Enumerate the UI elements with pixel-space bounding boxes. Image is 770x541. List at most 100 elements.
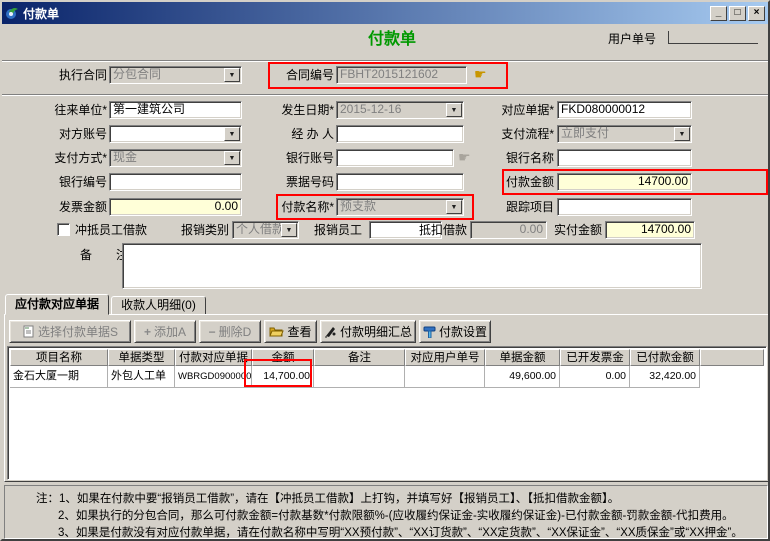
- col-header-project[interactable]: 项目名称: [10, 349, 108, 366]
- offset-loan-checkbox[interactable]: [57, 223, 70, 236]
- partner-unit-label: 往来单位*: [22, 101, 107, 119]
- col-header-pay-ref-doc[interactable]: 付款对应单据: [175, 349, 252, 366]
- ref-doc-label: 对应单据*: [467, 101, 554, 119]
- user-doc-no-label: 用户单号: [608, 30, 662, 48]
- folder-icon: [269, 326, 284, 338]
- user-doc-no-field[interactable]: [668, 31, 758, 44]
- pay-method-combo[interactable]: 现金 ▼: [109, 149, 242, 167]
- pay-flow-combo[interactable]: 立即支付 ▼: [557, 125, 692, 143]
- chevron-down-icon[interactable]: ▼: [446, 200, 462, 214]
- counter-account-label: 对方账号: [22, 125, 107, 143]
- pay-amount-label: 付款金额: [467, 173, 554, 191]
- bill-no-label: 票据号码: [252, 173, 334, 191]
- chevron-down-icon[interactable]: ▼: [224, 127, 240, 141]
- maximize-button[interactable]: □: [729, 6, 746, 21]
- col-header-user-doc-no[interactable]: 对应用户单号: [405, 349, 485, 366]
- tab-payable-documents[interactable]: 应付款对应单据: [5, 294, 109, 315]
- minimize-button[interactable]: _: [710, 6, 727, 21]
- ref-doc-field[interactable]: FKD080000012: [557, 101, 692, 119]
- exec-contract-combo[interactable]: 分包合同 ▼: [109, 66, 242, 84]
- track-project-field[interactable]: [557, 198, 692, 216]
- cell-pay-ref-doc[interactable]: WBRGD090000016: [175, 366, 252, 388]
- add-button[interactable]: + 添加A: [134, 320, 196, 343]
- col-header-invoiced[interactable]: 已开发票金额: [560, 349, 630, 366]
- select-payment-doc-button[interactable]: 选择付款单据S: [9, 320, 131, 343]
- pay-amount-field[interactable]: 14700.00: [557, 173, 692, 191]
- contract-lookup-icon[interactable]: ☛: [474, 65, 487, 83]
- divider: [2, 94, 770, 96]
- offset-loan-label: 冲抵员工借款: [75, 221, 153, 239]
- col-header-filler: [700, 349, 764, 366]
- cell-remark[interactable]: [314, 366, 405, 388]
- actual-amount-label: 实付金额: [554, 221, 602, 239]
- deduct-loan-field[interactable]: 0.00: [470, 221, 547, 239]
- hammer-icon: [423, 325, 436, 338]
- remark-textarea[interactable]: [122, 243, 702, 289]
- bank-name-field[interactable]: [557, 149, 692, 167]
- deduct-loan-label: 抵扣借款: [407, 221, 467, 239]
- pay-method-label: 支付方式*: [22, 149, 107, 167]
- divider: [2, 60, 770, 62]
- invoice-amount-label: 发票金额: [22, 198, 107, 216]
- note-line-3: 3、如果是付款没有对应付款单据，请在付款名称中写明“XX预付款”、“XX订货款”…: [58, 525, 743, 541]
- payable-docs-table: 项目名称 单据类型 付款对应单据 金额 备注 对应用户单号 单据金额 已开发票金…: [7, 346, 767, 480]
- bill-no-field[interactable]: [336, 173, 464, 191]
- plus-icon: +: [144, 325, 151, 339]
- col-header-remark[interactable]: 备注: [314, 349, 405, 366]
- remark-label: 备 注: [80, 246, 120, 264]
- cell-invoiced[interactable]: 0.00: [560, 366, 630, 388]
- titlebar: 付款单 _ □ ×: [2, 2, 768, 24]
- handler-field[interactable]: [336, 125, 464, 143]
- notes-panel: 注：1、如果在付款中要“报销员工借款”，请在【冲抵员工借款】上打钩，并填写好【报…: [4, 485, 768, 539]
- bank-account-field[interactable]: [336, 149, 454, 167]
- summary-pen-icon: [324, 325, 337, 338]
- handler-label: 经 办 人: [252, 125, 334, 143]
- col-header-doc-amount[interactable]: 单据金额: [485, 349, 560, 366]
- cell-project[interactable]: 金石大厦一期: [10, 366, 108, 388]
- reimburse-staff-label: 报销员工: [302, 221, 362, 239]
- payment-settings-button[interactable]: 付款设置: [419, 320, 491, 343]
- chevron-down-icon[interactable]: ▼: [224, 68, 240, 82]
- chevron-down-icon[interactable]: ▼: [674, 127, 690, 141]
- invoice-amount-field[interactable]: 0.00: [109, 198, 242, 216]
- contract-no-label: 合同编号: [274, 66, 334, 84]
- pay-name-combo[interactable]: 预支款 ▼: [336, 198, 464, 216]
- payment-detail-summary-button[interactable]: 付款明细汇总: [320, 320, 416, 343]
- bank-no-field[interactable]: [109, 173, 242, 191]
- chevron-down-icon[interactable]: ▼: [281, 223, 297, 237]
- bank-name-label: 银行名称: [467, 149, 554, 167]
- col-header-doc-type[interactable]: 单据类型: [108, 349, 175, 366]
- occur-date-combo[interactable]: 2015-12-16 ▼: [336, 101, 464, 119]
- col-header-paid[interactable]: 已付款金额: [630, 349, 700, 366]
- counter-account-combo[interactable]: ▼: [109, 125, 242, 143]
- minus-icon: −: [209, 325, 216, 339]
- note-line-2: 2、如果执行的分包合同，那么可付款金额=付款基数*付款限额%-(应收履约保证金-…: [58, 508, 734, 524]
- close-button[interactable]: ×: [748, 6, 765, 21]
- pay-flow-label: 支付流程*: [467, 125, 554, 143]
- bank-account-label: 银行账号: [252, 149, 334, 167]
- reimburse-type-label: 报销类别: [157, 221, 229, 239]
- tab-payee-detail[interactable]: 收款人明细(0): [111, 296, 206, 315]
- window-title: 付款单: [23, 5, 708, 22]
- chevron-down-icon[interactable]: ▼: [224, 151, 240, 165]
- app-logo-icon: [5, 6, 19, 20]
- cell-user-doc-no[interactable]: [405, 366, 485, 388]
- track-project-label: 跟踪项目: [467, 198, 554, 216]
- page-title: 付款单: [332, 29, 452, 51]
- cell-paid[interactable]: 32,420.00: [630, 366, 700, 388]
- pay-name-label: 付款名称*: [252, 198, 334, 216]
- cell-doc-type[interactable]: 外包人工单: [108, 366, 175, 388]
- document-icon: [22, 325, 35, 338]
- cell-doc-amount[interactable]: 49,600.00: [485, 366, 560, 388]
- note-line-1: 注：1、如果在付款中要“报销员工借款”，请在【冲抵员工借款】上打钩，并填写好【报…: [36, 491, 619, 507]
- reimburse-type-combo[interactable]: 个人借款 ▼: [232, 221, 299, 239]
- col-header-amount[interactable]: 金额: [252, 349, 314, 366]
- occur-date-label: 发生日期*: [252, 101, 334, 119]
- chevron-down-icon[interactable]: ▼: [446, 103, 462, 117]
- actual-amount-field[interactable]: 14700.00: [605, 221, 695, 239]
- delete-button[interactable]: − 删除D: [199, 320, 261, 343]
- partner-unit-field[interactable]: 第一建筑公司: [109, 101, 242, 119]
- view-button[interactable]: 查看: [264, 320, 317, 343]
- contract-no-field[interactable]: FBHT2015121602: [336, 66, 467, 84]
- cell-amount[interactable]: 14,700.00: [252, 366, 314, 388]
